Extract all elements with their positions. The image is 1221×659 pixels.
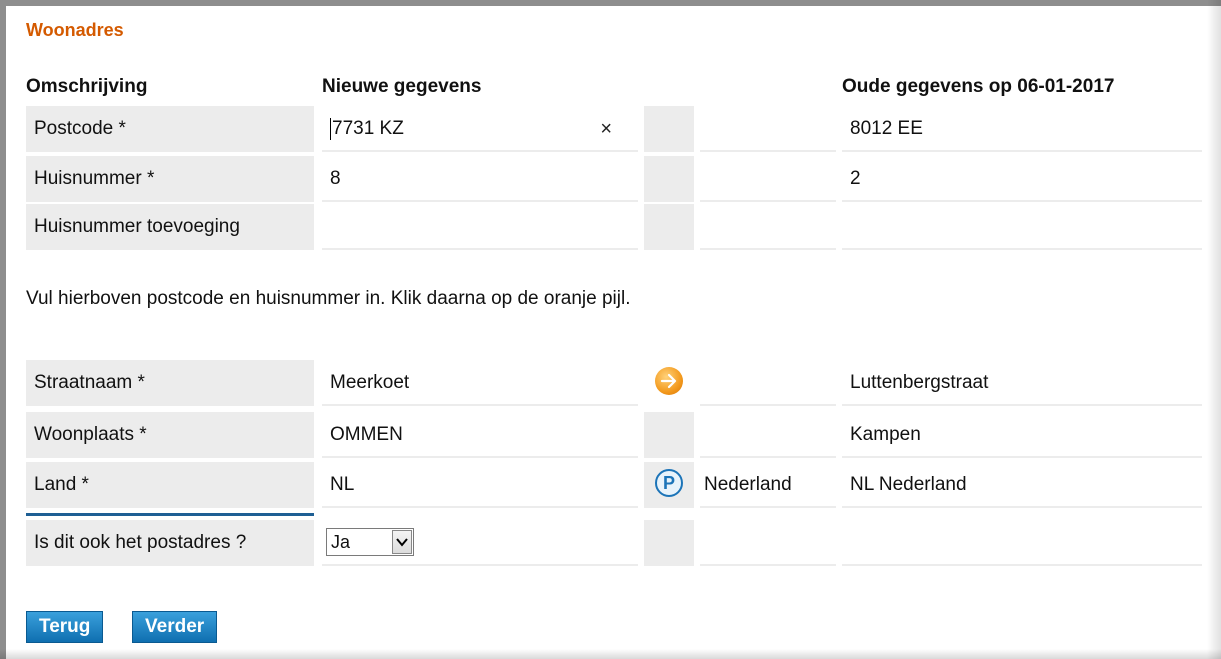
old-huisnummer: 2 bbox=[842, 156, 1202, 202]
postcode-input[interactable]: 7731 KZ × bbox=[322, 106, 638, 152]
lookup-address-cell bbox=[644, 360, 694, 406]
window-shadow-bottom bbox=[0, 649, 1221, 659]
window-shadow-right bbox=[1207, 0, 1221, 659]
land-lookup-cell: P bbox=[644, 462, 694, 508]
label-huisnummer: Huisnummer * bbox=[26, 156, 314, 202]
label-postadres: Is dit ook het postadres ? bbox=[26, 520, 314, 566]
postcode-value: 7731 KZ bbox=[332, 118, 404, 139]
straatnaam-description-cell bbox=[700, 360, 836, 406]
woonplaats-description-cell bbox=[700, 412, 836, 458]
huisnummer-toevoeging-input[interactable] bbox=[322, 204, 638, 250]
orange-arrow-icon[interactable] bbox=[655, 366, 683, 395]
old-postadres bbox=[842, 520, 1202, 566]
label-huisnummer-toevoeging: Huisnummer toevoeging bbox=[26, 204, 314, 250]
old-postcode: 8012 EE bbox=[842, 106, 1202, 152]
focus-indicator bbox=[26, 513, 314, 516]
old-woonplaats: Kampen bbox=[842, 412, 1202, 458]
toevoeging-action-cell bbox=[644, 204, 694, 250]
next-button[interactable]: Verder bbox=[132, 611, 218, 643]
postadres-action-cell bbox=[644, 520, 694, 566]
label-postcode: Postcode * bbox=[26, 106, 314, 152]
window-frame-top bbox=[0, 0, 1221, 6]
label-woonplaats: Woonplaats * bbox=[26, 412, 314, 458]
land-description: Nederland bbox=[700, 462, 836, 508]
old-land: NL Nederland bbox=[842, 462, 1202, 508]
back-button[interactable]: Terug bbox=[26, 611, 104, 643]
text-cursor bbox=[330, 117, 331, 140]
postcode-description-cell bbox=[700, 106, 836, 152]
header-description: Omschrijving bbox=[26, 76, 148, 97]
huisnummer-input[interactable]: 8 bbox=[322, 156, 638, 202]
old-huisnummer-toevoeging bbox=[842, 204, 1202, 250]
header-old-data: Oude gegevens op 06-01-2017 bbox=[842, 76, 1115, 97]
header-new-data: Nieuwe gegevens bbox=[322, 76, 482, 97]
postcode-action-cell bbox=[644, 106, 694, 152]
window-frame-left bbox=[0, 0, 6, 659]
old-straatnaam: Luttenbergstraat bbox=[842, 360, 1202, 406]
clear-icon[interactable]: × bbox=[600, 106, 612, 152]
label-straatnaam: Straatnaam * bbox=[26, 360, 314, 406]
section-title: Woonadres bbox=[26, 20, 124, 40]
postadres-cell: Ja bbox=[322, 520, 638, 566]
postadres-description-cell bbox=[700, 520, 836, 566]
postadres-selected-value: Ja bbox=[331, 532, 351, 552]
label-land: Land * bbox=[26, 462, 314, 508]
postadres-select[interactable]: Ja bbox=[326, 528, 414, 556]
huisnummer-action-cell bbox=[644, 156, 694, 202]
straatnaam-value: Meerkoet bbox=[322, 360, 638, 406]
huisnummer-description-cell bbox=[700, 156, 836, 202]
instruction-text: Vul hierboven postcode en huisnummer in.… bbox=[26, 288, 631, 309]
toevoeging-description-cell bbox=[700, 204, 836, 250]
land-input[interactable]: NL bbox=[322, 462, 638, 508]
chevron-down-icon[interactable] bbox=[392, 530, 412, 554]
woonplaats-value: OMMEN bbox=[322, 412, 638, 458]
woonplaats-action-cell bbox=[644, 412, 694, 458]
lookup-icon[interactable]: P bbox=[655, 468, 683, 497]
